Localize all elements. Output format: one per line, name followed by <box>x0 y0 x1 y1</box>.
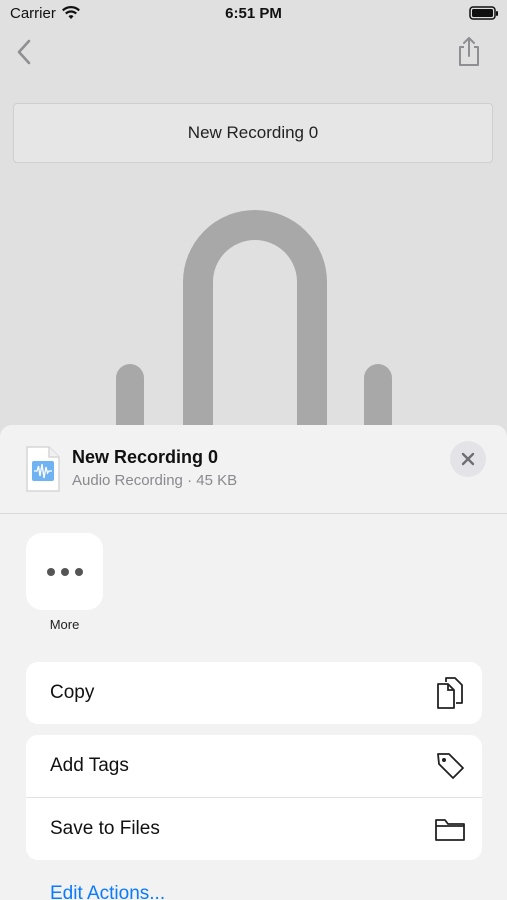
more-label: More <box>49 617 80 632</box>
ellipsis-icon <box>46 567 83 576</box>
recording-title: New Recording 0 <box>187 123 319 142</box>
actions-group-copy: Copy <box>26 662 482 724</box>
edit-actions-link[interactable]: Edit Actions... <box>50 883 165 900</box>
tag-icon <box>437 753 464 779</box>
chevron-left-icon <box>17 39 31 65</box>
folder-icon <box>435 819 465 841</box>
back-button[interactable] <box>12 38 38 66</box>
close-icon <box>461 452 475 466</box>
battery-icon <box>469 6 499 25</box>
copy-icon <box>437 677 463 709</box>
audio-file-icon <box>25 445 61 493</box>
share-sheet-header: New Recording 0 Audio Recording · 45 KB <box>0 425 507 514</box>
microphone-icon <box>110 210 400 439</box>
more-button[interactable] <box>26 533 103 610</box>
actions-group-files: Add Tags Save to Files <box>26 735 482 860</box>
share-button[interactable] <box>455 36 483 68</box>
copy-label: Copy <box>50 682 95 703</box>
share-icon <box>459 37 479 66</box>
share-sheet: New Recording 0 Audio Recording · 45 KB … <box>0 425 507 900</box>
close-button[interactable] <box>450 441 486 477</box>
copy-action[interactable]: Copy <box>26 662 482 724</box>
file-subtitle: Audio Recording · 45 KB <box>72 472 238 489</box>
file-title: New Recording 0 <box>72 447 219 467</box>
save-to-files-action[interactable]: Save to Files <box>26 797 482 860</box>
add-tags-label: Add Tags <box>50 755 129 776</box>
recording-title-field[interactable]: New Recording 0 <box>13 103 493 163</box>
status-time: 6:51 PM <box>225 5 282 22</box>
save-to-files-label: Save to Files <box>50 818 160 839</box>
status-bar: Carrier 6:51 PM <box>0 0 507 28</box>
add-tags-action[interactable]: Add Tags <box>26 735 482 797</box>
